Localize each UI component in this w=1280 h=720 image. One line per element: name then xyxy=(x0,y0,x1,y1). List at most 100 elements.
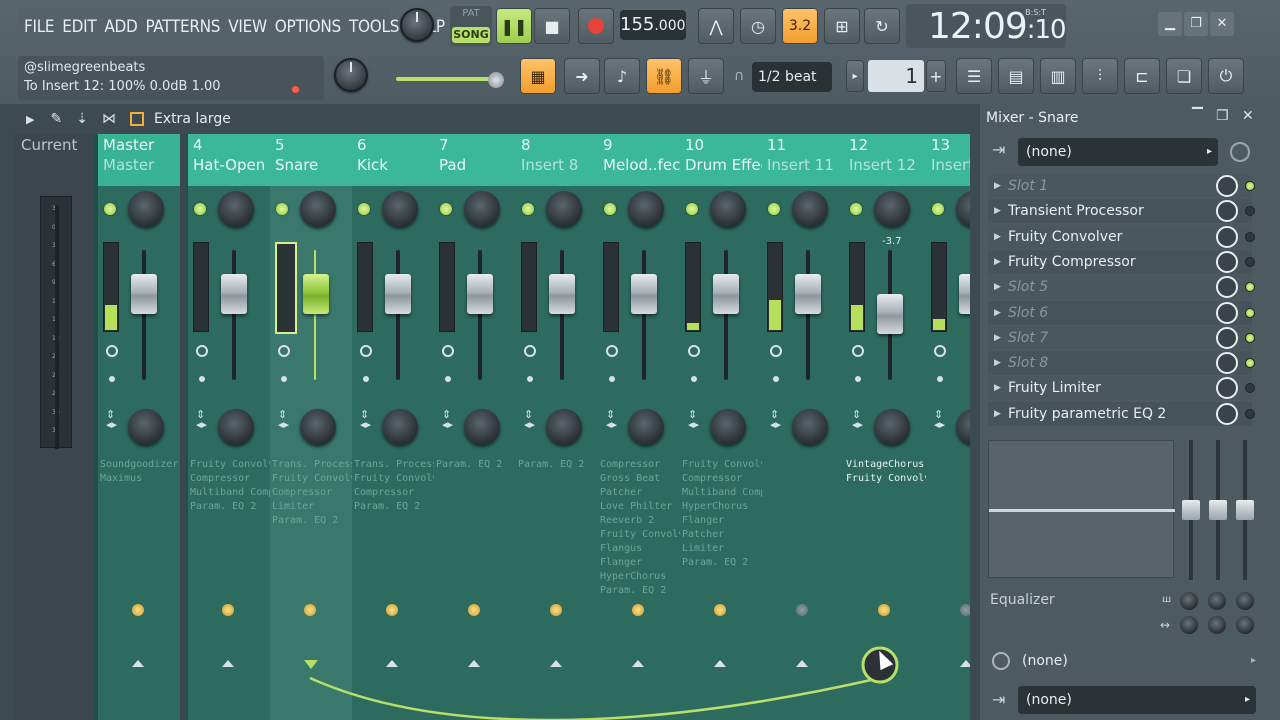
latency-clock-icon[interactable] xyxy=(934,345,946,357)
eq-bw-knob-3[interactable] xyxy=(1236,616,1254,634)
mixer-strip[interactable]: 10 Drum Effects ⇕ ◂▸ Fruity Convolver Compres… xyxy=(680,134,783,720)
latency-clock-icon[interactable] xyxy=(278,345,290,357)
playlist-button[interactable]: ☰ xyxy=(956,58,992,94)
swap-arrows-icon[interactable]: ⇕ ◂▸ xyxy=(442,409,453,430)
eq-freq-knob-3[interactable] xyxy=(1236,592,1254,610)
phase-dot[interactable] xyxy=(363,376,369,382)
channel-rack-button[interactable]: ▥ xyxy=(1040,58,1076,94)
volume-fader[interactable] xyxy=(877,294,903,334)
fx-enable-led[interactable] xyxy=(1245,332,1255,343)
fx-slot[interactable]: ▶ Fruity parametric EQ 2 xyxy=(988,401,1255,426)
volume-fader[interactable] xyxy=(549,274,575,314)
phase-dot[interactable] xyxy=(109,376,115,382)
expand-triangle-icon[interactable]: ▶ xyxy=(994,402,1001,426)
strip-header[interactable]: 5 Snare xyxy=(270,134,352,186)
send-bulb-icon[interactable] xyxy=(304,604,316,620)
typing-keyboard-button[interactable]: ▦ xyxy=(520,58,556,94)
master-volume-slider[interactable] xyxy=(396,72,506,88)
phase-dot[interactable] xyxy=(527,376,533,382)
record-button[interactable] xyxy=(578,8,614,44)
route-arrow-icon[interactable] xyxy=(796,660,808,667)
stereo-knob[interactable] xyxy=(710,409,746,445)
phase-dot[interactable] xyxy=(199,376,205,382)
add-pattern-button[interactable]: + xyxy=(926,60,946,92)
eq-graph[interactable] xyxy=(988,440,1175,578)
size-label[interactable]: Extra large xyxy=(154,111,231,127)
pat-song-toggle[interactable]: PAT SONG xyxy=(450,6,492,46)
pan-knob[interactable] xyxy=(956,191,970,227)
mixer-layout-icon[interactable]: ⋈ xyxy=(102,111,116,127)
strip-enable-led[interactable] xyxy=(194,203,206,215)
pan-knob[interactable] xyxy=(128,191,164,227)
mixer-strip[interactable]: 12 Insert 12 -3.7 ⇕ ◂▸ VintageChorus Fruity Co… xyxy=(844,134,942,720)
mixer-strip[interactable]: 9 Melod..fects ⇕ ◂▸ Compressor Gross Beat Patc… xyxy=(598,134,696,720)
plugin-picker-button[interactable]: ⏻ xyxy=(1208,58,1244,94)
eq-band-low-fader[interactable] xyxy=(1182,440,1200,580)
send-bulb-icon[interactable] xyxy=(132,604,144,620)
volume-fader[interactable] xyxy=(713,274,739,314)
send-bulb-icon[interactable] xyxy=(632,604,644,620)
stereo-knob[interactable] xyxy=(382,409,418,445)
swap-arrows-icon[interactable]: ⇕ ◂▸ xyxy=(106,409,117,430)
mix-level-knob[interactable] xyxy=(1216,326,1238,349)
strip-header[interactable]: 12 Insert 12 xyxy=(844,134,926,186)
mixer-strip[interactable]: 6 Kick ⇕ ◂▸ Trans. Processor Fruity Convolver… xyxy=(352,134,450,720)
mixer-strip[interactable]: 7 Pad ⇕ ◂▸ Param. EQ 2 xyxy=(434,134,516,720)
mixer-strip[interactable]: 13 Insert ⇕ ◂▸ xyxy=(926,134,970,720)
expand-triangle-icon[interactable]: ▶ xyxy=(994,376,1001,400)
pan-knob[interactable] xyxy=(300,191,336,227)
stereo-knob[interactable] xyxy=(956,409,970,445)
fx-slot[interactable]: ▶ Transient Processor xyxy=(988,199,1255,224)
mix-level-knob[interactable] xyxy=(1216,200,1238,223)
mix-level-knob[interactable] xyxy=(1216,377,1238,400)
strip-enable-led[interactable] xyxy=(604,203,616,215)
route-arrow-icon[interactable] xyxy=(222,660,234,667)
pan-knob[interactable] xyxy=(874,191,910,227)
stop-button[interactable]: ■ xyxy=(534,8,570,44)
tempo-display[interactable]: 155.000 xyxy=(620,10,686,40)
strip-enable-led[interactable] xyxy=(522,203,534,215)
menu-item-options[interactable]: OPTIONS xyxy=(275,17,342,37)
fx-slot[interactable]: ▶ Fruity Compressor xyxy=(988,249,1255,274)
fx-enable-led[interactable] xyxy=(1245,256,1255,267)
swap-arrows-icon[interactable]: ⇕ ◂▸ xyxy=(278,409,289,430)
snap-selector[interactable]: 1/2 beat xyxy=(752,62,832,92)
empty-fx-slot[interactable]: ▶ Slot 8 xyxy=(988,351,1255,376)
send-bulb-icon[interactable] xyxy=(714,604,726,620)
fx-slot[interactable]: ▶ Fruity Limiter xyxy=(988,376,1255,401)
mixer-strip[interactable]: 4 Hat-Open ⇕ ◂▸ Fruity Convolver Compressor Mu… xyxy=(188,134,286,720)
output-selector[interactable]: (none) ▸ xyxy=(1018,686,1256,714)
magic-icon[interactable]: ✎ xyxy=(50,111,62,127)
latency-clock-icon[interactable] xyxy=(360,345,372,357)
latency-clock-icon[interactable] xyxy=(524,345,536,357)
latency-clock-icon[interactable] xyxy=(606,345,618,357)
strip-enable-led[interactable] xyxy=(850,203,862,215)
send-bulb-icon[interactable] xyxy=(960,604,970,620)
fx-enable-led[interactable] xyxy=(1245,358,1255,369)
send-bulb-icon[interactable] xyxy=(468,604,480,620)
eq-freq-knob-1[interactable] xyxy=(1180,592,1198,610)
fx-enable-led[interactable] xyxy=(1245,282,1255,293)
pan-knob[interactable] xyxy=(710,191,746,227)
strip-enable-led[interactable] xyxy=(276,203,288,215)
volume-fader[interactable] xyxy=(631,274,657,314)
swap-arrows-icon[interactable]: ⇕ ◂▸ xyxy=(524,409,535,430)
menu-item-add[interactable]: ADD xyxy=(104,17,137,37)
swap-arrows-icon[interactable]: ⇕ ◂▸ xyxy=(688,409,699,430)
expand-triangle-icon[interactable]: ▶ xyxy=(994,225,1001,249)
output-send-selector[interactable]: (none) ▸ xyxy=(1016,646,1256,676)
close-button[interactable]: ✕ xyxy=(1210,12,1234,36)
volume-fader[interactable] xyxy=(131,274,157,314)
expand-triangle-icon[interactable]: ▶ xyxy=(994,174,1001,198)
project-button[interactable]: ❏ xyxy=(1166,58,1202,94)
latency-clock-icon[interactable] xyxy=(196,345,208,357)
latency-clock-icon[interactable] xyxy=(852,345,864,357)
volume-fader[interactable] xyxy=(385,274,411,314)
mix-level-knob[interactable] xyxy=(1216,402,1238,425)
expand-triangle-icon[interactable]: ▶ xyxy=(994,326,1001,350)
pattern-prev-button[interactable]: ▸ xyxy=(846,60,864,92)
stereo-knob[interactable] xyxy=(464,409,500,445)
fx-enable-led[interactable] xyxy=(1245,206,1255,217)
mix-level-knob[interactable] xyxy=(1216,301,1238,324)
master-volume-thumb[interactable] xyxy=(488,72,504,88)
